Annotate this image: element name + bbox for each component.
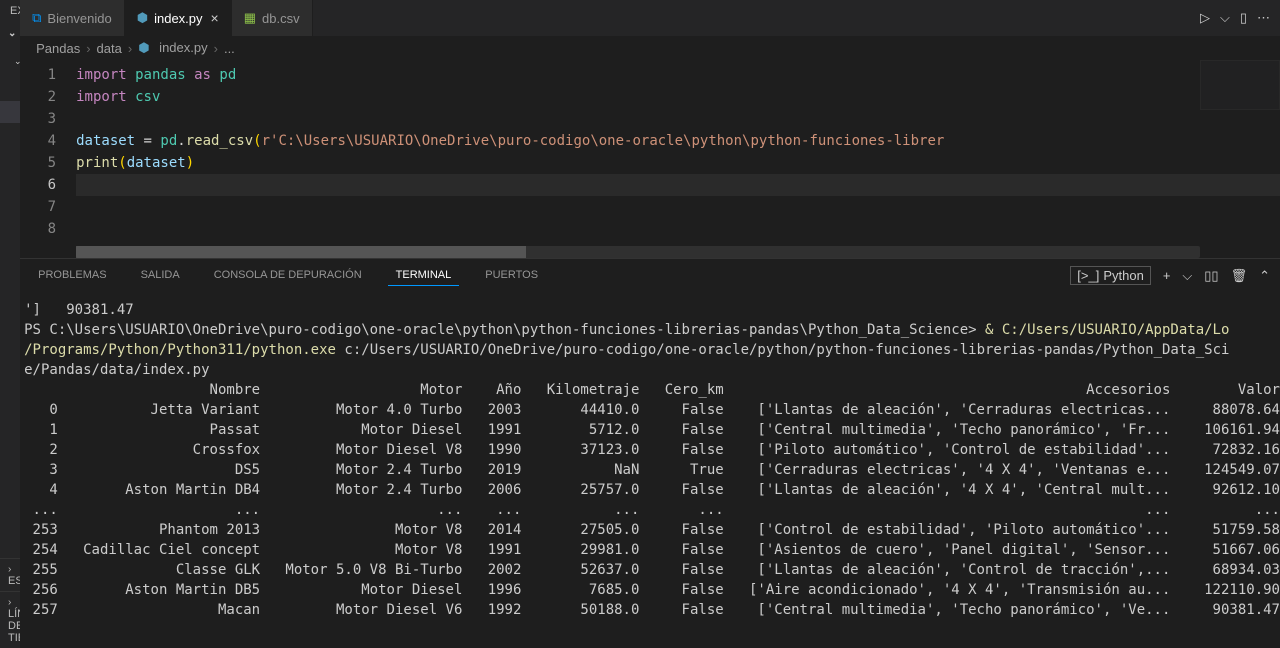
python-icon: ⬢: [137, 10, 148, 26]
more-icon[interactable]: ⋯: [1257, 10, 1270, 26]
run-more-icon[interactable]: ⌵: [1220, 10, 1230, 26]
chevron-right-icon: ›: [86, 41, 90, 56]
explorer-header: EXPLORADOR ⋯: [0, 0, 20, 23]
breadcrumb-item[interactable]: ⬢ index.py: [138, 40, 207, 56]
panel-tab-puertos[interactable]: PUERTOS: [477, 265, 546, 286]
panel-tab-consola-de-depuración[interactable]: CONSOLA DE DEPURACIÓN: [206, 265, 370, 286]
panel-tab-problemas[interactable]: PROBLEMAS: [30, 265, 114, 286]
breadcrumb-item[interactable]: data: [97, 41, 122, 56]
code-line[interactable]: [76, 196, 1280, 218]
breadcrumb-item[interactable]: Pandas: [36, 41, 80, 56]
sidebar-section-linea[interactable]: › LÍNEA DE TIEMPO: [0, 591, 20, 648]
minimap[interactable]: [1200, 60, 1280, 110]
main-area: ⧉Bienvenido⬢index.py×▦db.csv ▷ ⌵ ▯ ⋯ Pan…: [20, 0, 1280, 648]
sidebar: EXPLORADOR ⋯ ⌄ PYTHON_DATA_SCIENCE ⌄ Pan…: [0, 0, 20, 648]
tree-file[interactable]: ▦db.csv: [0, 79, 20, 101]
code-area[interactable]: import pandas as pdimport csv dataset = …: [76, 60, 1280, 258]
terminal-profile-button[interactable]: [>_] Python: [1070, 266, 1151, 285]
python-icon: ⬢: [138, 40, 149, 55]
editor-tab[interactable]: ⧉Bienvenido: [20, 0, 125, 36]
code-line[interactable]: [76, 218, 1280, 240]
chevron-down-icon: ⌄: [8, 28, 16, 39]
gutter: 12345678: [20, 60, 76, 258]
panel-tabs: PROBLEMAS SALIDA CONSOLA DE DEPURACIÓN TERM…: [20, 259, 1280, 292]
split-editor-icon[interactable]: ▯: [1240, 10, 1247, 26]
panel-tab-terminal[interactable]: TERMINAL: [388, 265, 460, 286]
editor-tab[interactable]: ⬢index.py×: [125, 0, 232, 36]
sidebar-section-esquema[interactable]: › ESQUEMA: [0, 558, 20, 591]
editor-tab[interactable]: ▦db.csv: [232, 0, 313, 36]
code-line[interactable]: [76, 108, 1280, 130]
explorer-label: EXPLORADOR: [10, 5, 20, 18]
code-line[interactable]: [76, 174, 1280, 196]
code-line[interactable]: dataset = pd.read_csv(r'C:\Users\USUARIO…: [76, 130, 1280, 152]
tabs-actions: ▷ ⌵ ▯ ⋯: [1200, 0, 1280, 36]
terminal-output[interactable]: '] 90381.47 PS C:\Users\USUARIO\OneDrive…: [20, 292, 1280, 648]
maximize-panel-icon[interactable]: ⌃: [1259, 268, 1270, 284]
run-icon[interactable]: ▷: [1200, 10, 1210, 26]
vscode-icon: ⧉: [32, 10, 41, 26]
horizontal-scrollbar[interactable]: [76, 246, 1200, 258]
tree-folder[interactable]: ⌄ Pandas \ data: [0, 43, 20, 79]
panel-tab-salida[interactable]: SALIDA: [133, 265, 188, 286]
tree-file[interactable]: ⬢index.py: [0, 101, 20, 123]
bottom-panel: PROBLEMAS SALIDA CONSOLA DE DEPURACIÓN TERM…: [20, 258, 1280, 648]
chevron-right-icon: ›: [214, 41, 218, 56]
code-editor[interactable]: 12345678 import pandas as pdimport csv d…: [20, 60, 1280, 258]
breadcrumb-item[interactable]: ...: [224, 41, 235, 56]
project-title[interactable]: ⌄ PYTHON_DATA_SCIENCE: [0, 23, 20, 43]
new-terminal-icon[interactable]: +: [1163, 268, 1171, 283]
code-line[interactable]: print(dataset): [76, 152, 1280, 174]
panel-actions: [>_] Python + ⌵ ▯▯ 🗑 ⌃: [1070, 266, 1270, 285]
close-icon[interactable]: ×: [211, 10, 219, 26]
terminal-chev-icon[interactable]: ⌵: [1182, 268, 1192, 284]
breadcrumb[interactable]: Pandas › data › ⬢ index.py ›...: [20, 36, 1280, 60]
split-terminal-icon[interactable]: ▯▯: [1204, 268, 1218, 284]
csv-icon: ▦: [244, 10, 256, 26]
chevron-right-icon: ›: [128, 41, 132, 56]
trash-icon[interactable]: 🗑: [1231, 268, 1248, 284]
code-line[interactable]: import csv: [76, 86, 1280, 108]
editor-tabs: ⧉Bienvenido⬢index.py×▦db.csv ▷ ⌵ ▯ ⋯: [20, 0, 1280, 36]
code-line[interactable]: import pandas as pd: [76, 64, 1280, 86]
